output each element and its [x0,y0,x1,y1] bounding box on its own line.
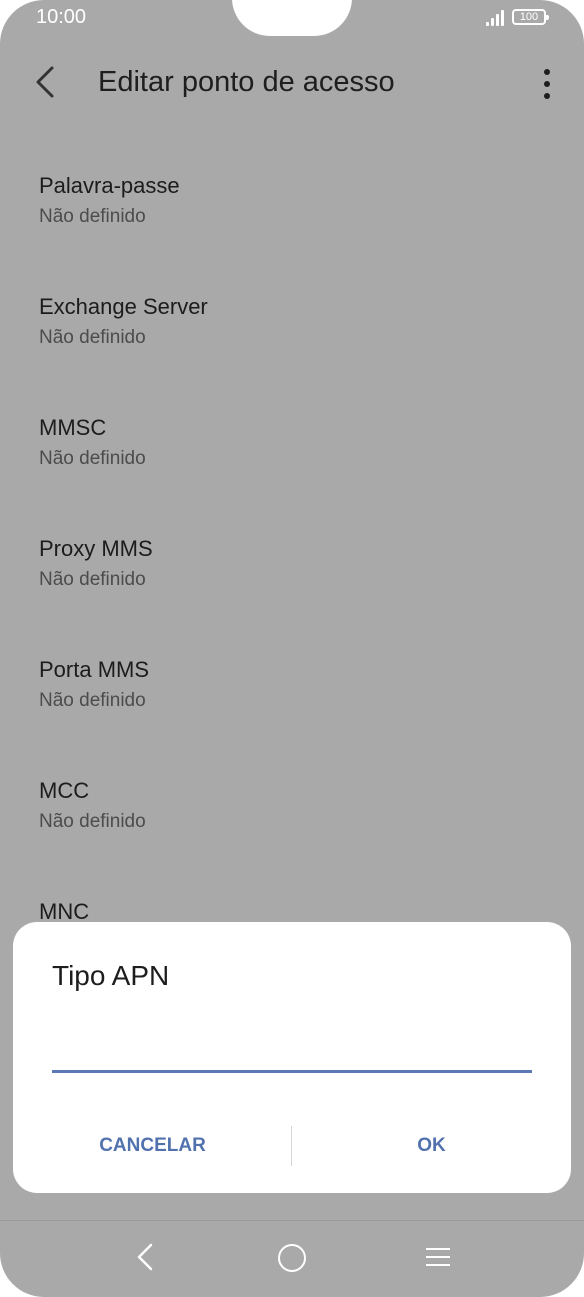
signal-icon [486,10,506,26]
setting-title: Proxy MMS [39,536,153,561]
phone-screen: 10:00 100 Editar ponto de acesso Palavra… [0,0,584,1297]
setting-item-mmsc[interactable]: MMSC Não definido [0,398,584,519]
setting-item-porta-mms[interactable]: Porta MMS Não definido [0,640,584,761]
ok-button[interactable]: OK [292,1118,571,1174]
nav-home-button[interactable] [278,1244,306,1272]
setting-item-password[interactable]: Palavra-passe Não definido [0,156,584,277]
menu-icon [426,1248,450,1250]
setting-value: Não definido [39,811,146,832]
setting-title: MMSC [39,415,107,440]
setting-item-exchange-server[interactable]: Exchange Server Não definido [0,277,584,398]
battery-icon: 100 [512,9,549,25]
setting-title: MNC [39,899,90,924]
nav-recents-button[interactable] [426,1248,450,1266]
setting-item-mcc[interactable]: MCC Não definido [0,761,584,882]
setting-title: MCC [39,778,90,803]
apn-type-dialog: Tipo APN CANCELAR OK [13,922,571,1193]
setting-value: Não definido [39,569,146,590]
navigation-bar [0,1220,584,1297]
setting-title: Palavra-passe [39,173,180,198]
dialog-title: Tipo APN [52,960,170,991]
more-options-button[interactable] [534,64,562,104]
setting-value: Não definido [39,327,146,348]
setting-title: Exchange Server [39,294,208,319]
setting-item-proxy-mms[interactable]: Proxy MMS Não definido [0,519,584,640]
back-button[interactable] [28,62,64,102]
setting-value: Não definido [39,206,146,227]
apn-type-input[interactable] [52,1022,532,1073]
nav-back-button[interactable] [130,1237,162,1277]
setting-title: Porta MMS [39,657,150,682]
setting-value: Não definido [39,448,146,469]
setting-value: Não definido [39,690,146,711]
page-title: Editar ponto de acesso [98,66,395,98]
app-bar: Editar ponto de acesso [0,44,584,120]
nav-back-icon [137,1243,153,1271]
cancel-button[interactable]: CANCELAR [13,1118,292,1174]
settings-list: Palavra-passe Não definido Exchange Serv… [0,156,584,1003]
status-time: 10:00 [36,6,87,28]
chevron-left-icon [36,66,54,98]
more-vert-icon [544,69,550,75]
status-bar: 10:00 100 [0,0,584,36]
